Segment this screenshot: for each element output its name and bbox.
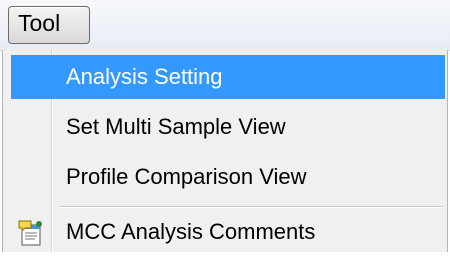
comment-notepad-icon bbox=[17, 218, 45, 246]
menu-item-set-multi-sample-view[interactable]: Set Multi Sample View bbox=[11, 105, 445, 149]
menu-separator bbox=[59, 206, 443, 208]
menu-bar: Tool bbox=[0, 0, 450, 51]
menu-item-analysis-setting[interactable]: Analysis Setting bbox=[11, 55, 445, 99]
menu-item-mcc-analysis-comments[interactable]: MCC Analysis Comments bbox=[11, 210, 445, 254]
tool-menu-label: Tool bbox=[18, 10, 61, 36]
menu-item-profile-comparison-view[interactable]: Profile Comparison View bbox=[11, 155, 445, 199]
menu-item-label: Profile Comparison View bbox=[66, 164, 307, 189]
menu-item-label: MCC Analysis Comments bbox=[66, 219, 316, 244]
tool-menu[interactable]: Tool bbox=[8, 6, 90, 44]
menu-item-label: Set Multi Sample View bbox=[66, 114, 286, 139]
tool-dropdown-menu: Analysis Setting Set Multi Sample View P… bbox=[2, 50, 448, 252]
menu-item-label: Analysis Setting bbox=[66, 64, 223, 89]
